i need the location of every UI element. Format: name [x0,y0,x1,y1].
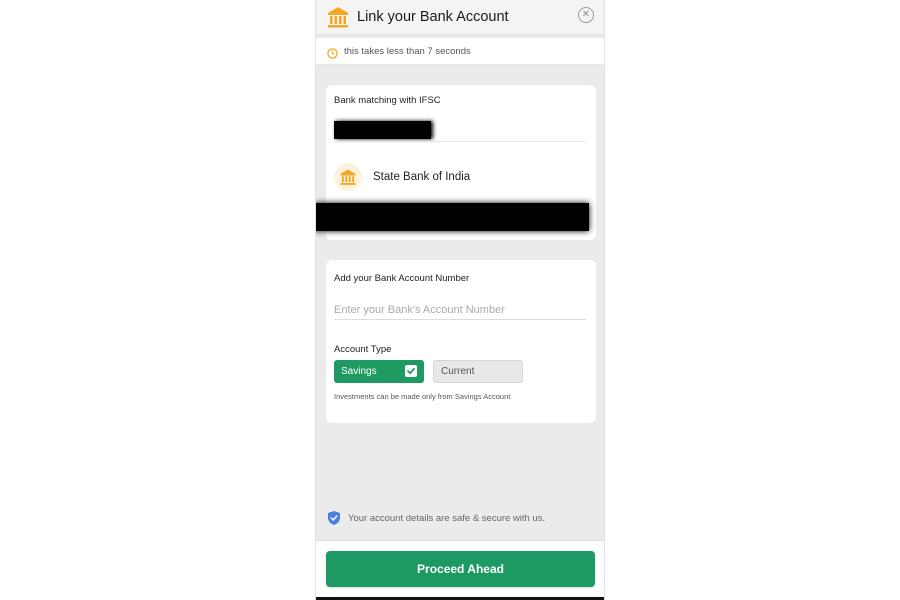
savings-note: Investments can be made only from Saving… [334,392,511,401]
proceed-button[interactable]: Proceed Ahead [326,551,595,587]
redacted-branch-details [316,203,589,231]
close-button[interactable]: ✕ [578,7,594,23]
account-details-card: Add your Bank Account Number Account Typ… [326,260,596,423]
current-option[interactable]: Current [433,360,523,383]
account-number-label: Add your Bank Account Number [334,273,470,284]
divider [334,141,586,142]
security-notice: Your account details are safe & secure w… [327,510,545,526]
page-title: Link your Bank Account [357,9,509,25]
current-label: Current [441,366,475,377]
close-icon: ✕ [581,9,591,20]
bank-name: State Bank of India [373,171,471,183]
phone-frame: Link your Bank Account ✕ this takes less… [315,0,605,600]
checkmark-icon [405,365,417,377]
account-type-label: Account Type [334,344,392,355]
time-estimate-text: this takes less than 7 seconds [344,45,471,57]
header-bar: Link your Bank Account ✕ [316,0,604,36]
savings-option[interactable]: Savings [334,360,424,383]
security-text: Your account details are safe & secure w… [348,512,546,524]
account-number-input[interactable] [334,300,586,320]
bank-match-card: Bank matching with IFSC State Bank of In… [316,85,596,240]
shield-icon [327,510,341,526]
bank-icon [334,163,362,191]
ifsc-label: Bank matching with IFSC [334,95,441,106]
redacted-ifsc [334,121,431,139]
bank-icon [326,5,350,29]
clock-icon [327,46,338,59]
time-estimate-bar: this takes less than 7 seconds [316,38,604,65]
bank-row: State Bank of India [334,163,470,191]
savings-label: Savings [341,366,377,377]
